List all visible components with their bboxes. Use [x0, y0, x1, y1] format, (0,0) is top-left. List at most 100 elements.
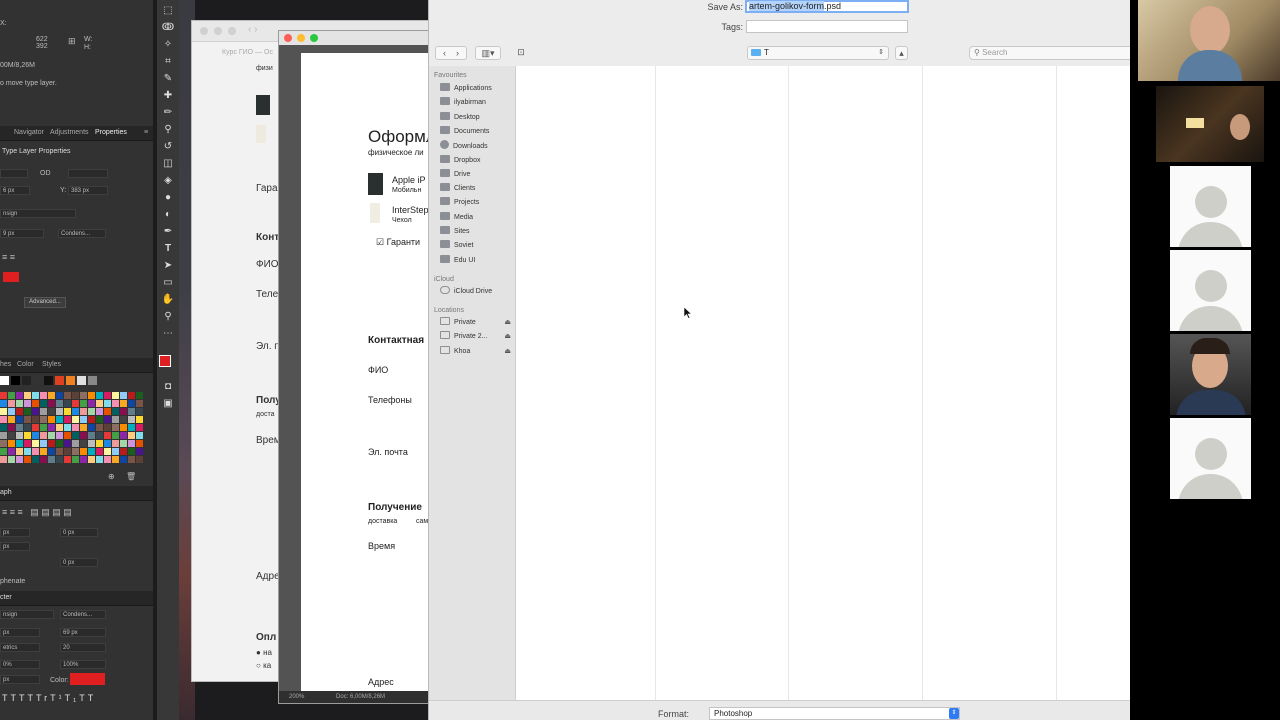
color-swatch[interactable]: [40, 424, 47, 431]
participant-placeholder-tile[interactable]: [1170, 250, 1251, 331]
sidebar-item-favourite[interactable]: Media: [440, 211, 513, 224]
crop-tool-icon[interactable]: ⌗: [161, 55, 175, 69]
participant-video-tile[interactable]: [1138, 0, 1280, 81]
back-forward-buttons[interactable]: ‹ ›: [435, 46, 467, 60]
sidebar-item-favourite[interactable]: Projects: [440, 197, 513, 209]
healing-tool-icon[interactable]: ✚: [161, 89, 175, 103]
prop-size-select[interactable]: 9 px: [0, 229, 44, 238]
warranty-checkbox[interactable]: ☑ Гаранти: [376, 237, 420, 248]
doc-canvas-area[interactable]: Оформл физическое ли Apple iP Мобильн In…: [279, 45, 429, 693]
color-swatch[interactable]: [136, 440, 143, 447]
char-leading-field[interactable]: 69 px: [60, 628, 106, 637]
format-select[interactable]: Photoshop ⇕: [709, 707, 960, 720]
sidebar-item-favourite[interactable]: Sites: [440, 226, 513, 238]
color-swatch[interactable]: [0, 448, 7, 455]
indent-right-field[interactable]: 0 px: [60, 528, 98, 537]
color-swatch[interactable]: [104, 408, 111, 415]
color-swatch[interactable]: [104, 456, 111, 463]
brush-tool-icon[interactable]: ✏: [161, 106, 175, 120]
color-swatch[interactable]: [32, 424, 39, 431]
eraser-tool-icon[interactable]: ◫: [161, 157, 175, 171]
bg-back-icon[interactable]: ‹ ›: [248, 24, 257, 35]
color-swatch[interactable]: [64, 416, 71, 423]
color-swatch[interactable]: [32, 432, 39, 439]
color-swatch[interactable]: [96, 392, 103, 399]
color-swatch[interactable]: [80, 416, 87, 423]
color-swatch[interactable]: [56, 416, 63, 423]
color-swatch[interactable]: [48, 416, 55, 423]
color-swatch[interactable]: [136, 408, 143, 415]
indent-first-field[interactable]: px: [0, 542, 30, 551]
char-size-field[interactable]: px: [0, 628, 40, 637]
color-swatch[interactable]: [112, 392, 119, 399]
color-swatch[interactable]: [64, 424, 71, 431]
color-swatch[interactable]: [0, 456, 7, 463]
screen-mode-icon[interactable]: ▣: [161, 397, 175, 411]
color-swatch[interactable]: [48, 424, 55, 431]
char-font-select[interactable]: nsign: [0, 610, 54, 619]
indent-left-field[interactable]: px: [0, 528, 30, 537]
color-swatch[interactable]: [64, 440, 71, 447]
color-swatch[interactable]: [32, 408, 39, 415]
color-swatch[interactable]: [96, 440, 103, 447]
doc-zoom-button[interactable]: [310, 34, 318, 42]
color-swatch[interactable]: [88, 424, 95, 431]
color-swatch[interactable]: [120, 400, 127, 407]
color-swatch[interactable]: [48, 392, 55, 399]
photoshop-document-window[interactable]: Оформл физическое ли Apple iP Мобильн In…: [278, 30, 430, 704]
color-swatch[interactable]: [32, 448, 39, 455]
color-swatch[interactable]: [56, 448, 63, 455]
space-after-field[interactable]: 0 px: [60, 558, 98, 567]
zoom-tool-icon[interactable]: ⚲: [161, 310, 175, 324]
color-swatch[interactable]: [8, 424, 15, 431]
sidebar-item-favourite[interactable]: ilyabirman: [440, 97, 513, 109]
column-divider[interactable]: [788, 66, 789, 700]
lasso-tool-icon[interactable]: ↂ: [161, 21, 175, 35]
color-swatch[interactable]: [112, 424, 119, 431]
color-swatch[interactable]: [80, 432, 87, 439]
char-style-select[interactable]: Condens...: [60, 610, 106, 619]
color-swatch[interactable]: [128, 456, 135, 463]
color-swatch[interactable]: [16, 456, 23, 463]
color-swatch[interactable]: [128, 400, 135, 407]
color-swatch[interactable]: [24, 400, 31, 407]
color-swatch[interactable]: [8, 456, 15, 463]
color-swatch[interactable]: [48, 456, 55, 463]
view-mode-button[interactable]: ▥▾: [475, 46, 501, 60]
color-swatch[interactable]: [24, 392, 31, 399]
color-swatch[interactable]: [80, 424, 87, 431]
color-swatch[interactable]: [56, 408, 63, 415]
swatch-grid[interactable]: [0, 376, 145, 471]
color-swatch[interactable]: [136, 400, 143, 407]
color-swatch[interactable]: [104, 416, 111, 423]
prop-w-field[interactable]: 6 px: [0, 186, 30, 195]
color-swatch[interactable]: [136, 392, 143, 399]
color-swatch[interactable]: [24, 456, 31, 463]
color-swatch[interactable]: [40, 400, 47, 407]
save-as-field[interactable]: artem-golikov-form.psd: [745, 0, 909, 13]
participant-placeholder-tile[interactable]: [1170, 418, 1251, 499]
color-swatch[interactable]: [8, 440, 15, 447]
location-select[interactable]: T ⇕: [747, 46, 889, 60]
color-swatch[interactable]: [120, 448, 127, 455]
magic-wand-tool-icon[interactable]: ✧: [161, 38, 175, 52]
color-swatch[interactable]: [48, 448, 55, 455]
color-swatch[interactable]: [96, 416, 103, 423]
color-swatch[interactable]: [44, 376, 53, 385]
color-swatch[interactable]: [96, 456, 103, 463]
expand-collapse-button[interactable]: ▴: [895, 46, 908, 60]
sidebar-item-private[interactable]: Private ⏏: [440, 317, 513, 329]
prop-font-select[interactable]: nsign: [0, 209, 76, 218]
color-swatch[interactable]: [0, 408, 7, 415]
color-swatch[interactable]: [48, 432, 55, 439]
sidebar-item-favourite[interactable]: Desktop: [440, 111, 513, 124]
color-swatch[interactable]: [112, 416, 119, 423]
column-divider[interactable]: [655, 66, 656, 700]
color-swatch[interactable]: [88, 416, 95, 423]
char-baseline-field[interactable]: px: [0, 675, 40, 684]
color-swatch[interactable]: [80, 408, 87, 415]
color-swatch[interactable]: [64, 448, 71, 455]
color-swatch[interactable]: [120, 416, 127, 423]
back-icon[interactable]: ‹: [443, 48, 446, 58]
color-swatch[interactable]: [120, 456, 127, 463]
